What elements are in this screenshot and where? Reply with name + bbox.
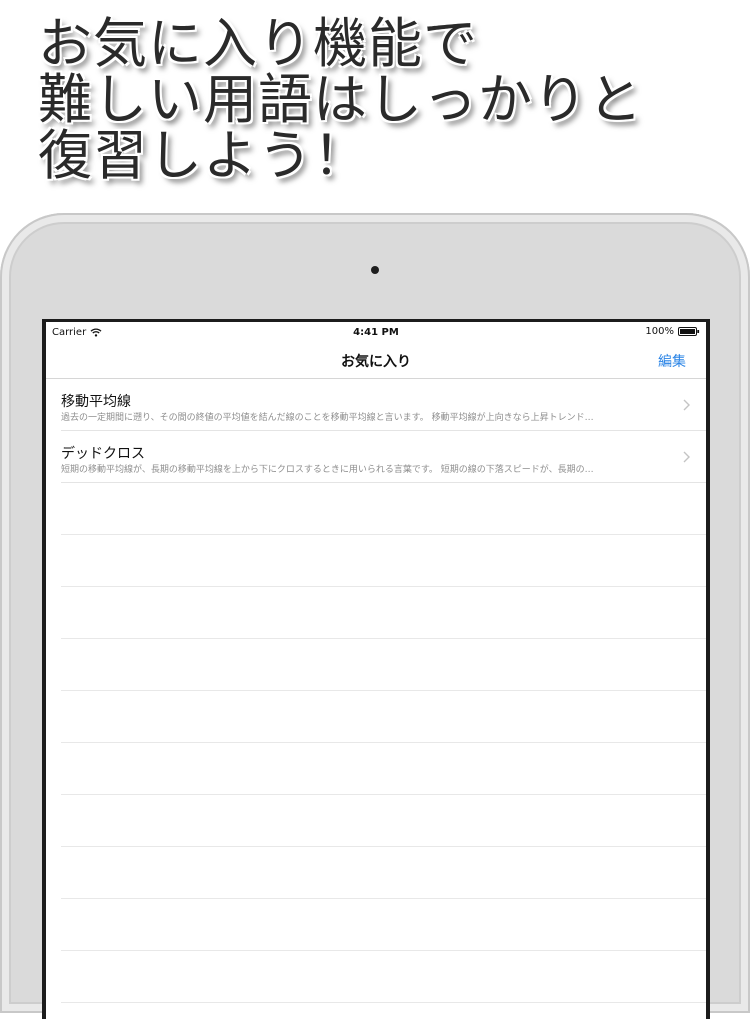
battery-indicator: 100% (645, 326, 700, 337)
list-item-subtitle: 短期の移動平均線が、長期の移動平均線を上から下にクロスするときに用いられる言葉で… (61, 465, 594, 475)
list-item-title: 移動平均線 (61, 394, 131, 410)
empty-row (61, 743, 706, 795)
empty-row (61, 483, 706, 535)
empty-row (61, 847, 706, 899)
empty-row (61, 639, 706, 691)
navigation-bar: お気に入り 編集 (46, 342, 706, 379)
list-item-title: デッドクロス (61, 446, 145, 462)
headline-line-3: 復習しよう！ (38, 124, 368, 187)
empty-row (61, 899, 706, 951)
list-item[interactable]: デッドクロス 短期の移動平均線が、長期の移動平均線を上から下にクロスするときに用… (61, 431, 706, 483)
promo-headline: お気に入り機能で 難しい用語はしっかりと 復習しよう！ (38, 16, 643, 184)
battery-icon (678, 327, 700, 336)
empty-row (61, 951, 706, 1003)
empty-row (61, 691, 706, 743)
empty-row (61, 795, 706, 847)
chevron-right-icon (683, 451, 690, 463)
favorites-list: 移動平均線 過去の一定期間に遡り、その間の終値の平均値を結んだ線のことを移動平均… (46, 379, 706, 1003)
battery-label: 100% (645, 326, 674, 337)
status-bar: Carrier 4:41 PM 100% (46, 322, 706, 342)
empty-row (61, 587, 706, 639)
status-time: 4:41 PM (353, 327, 399, 338)
camera-dot (371, 266, 379, 274)
chevron-right-icon (683, 399, 690, 411)
empty-row (61, 535, 706, 587)
headline-line-2: 難しい用語はしっかりと (38, 68, 643, 131)
tablet-screen: Carrier 4:41 PM 100% お気に入り 編集 移動平均線 過去の一… (42, 319, 710, 1019)
page-title: お気に入り (341, 354, 411, 370)
app-display: Carrier 4:41 PM 100% お気に入り 編集 移動平均線 過去の一… (46, 322, 706, 1019)
edit-button[interactable]: 編集 (658, 351, 686, 371)
list-item-subtitle: 過去の一定期間に遡り、その間の終値の平均値を結んだ線のことを移動平均線と言います… (61, 413, 594, 423)
headline-line-1: お気に入り機能で (38, 12, 478, 75)
list-item[interactable]: 移動平均線 過去の一定期間に遡り、その間の終値の平均値を結んだ線のことを移動平均… (61, 379, 706, 431)
